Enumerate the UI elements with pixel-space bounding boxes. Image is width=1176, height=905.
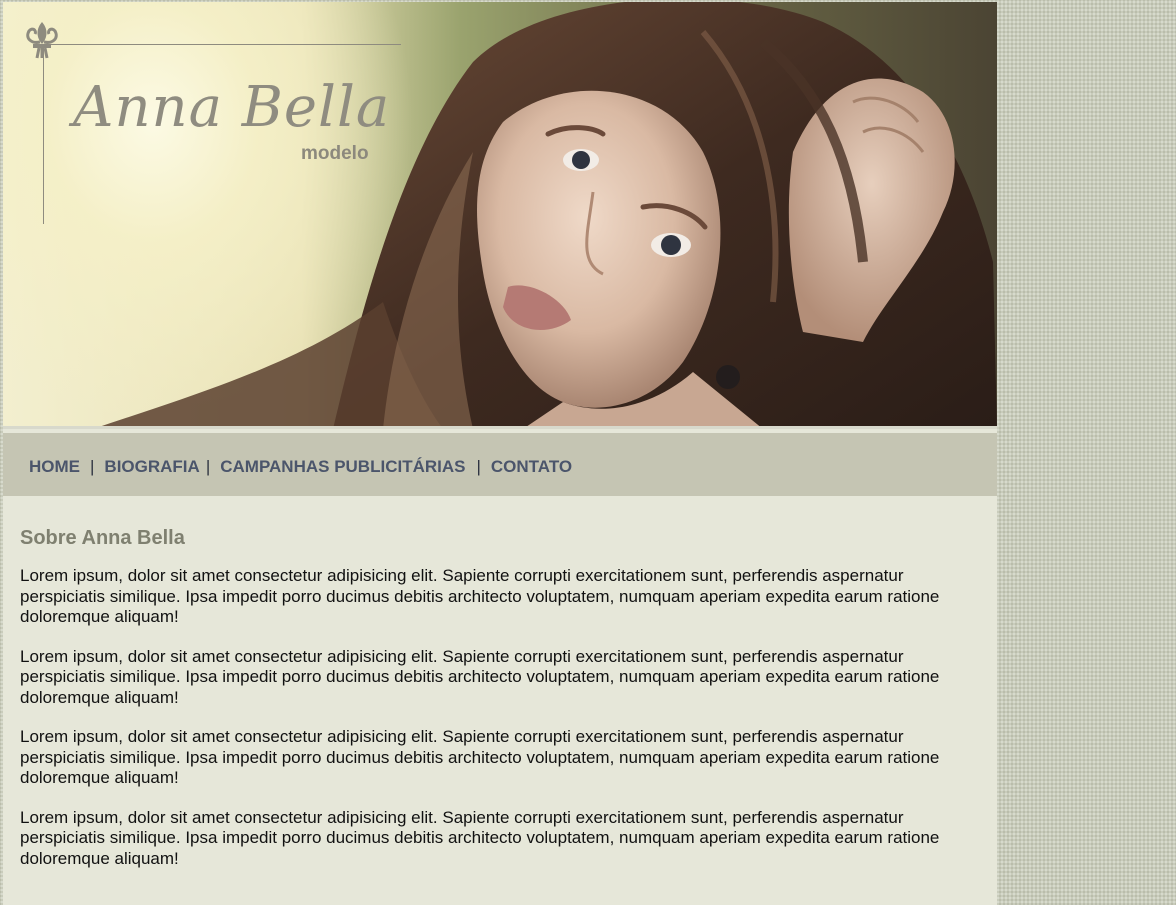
- section-heading: Sobre Anna Bella: [20, 527, 185, 549]
- logo-frame-vertical-line: [43, 44, 44, 224]
- nav-list: HOME | BIOGRAFIA | CAMPANHAS PUBLICITÁRI…: [29, 457, 572, 477]
- model-portrait-photo: [93, 2, 997, 429]
- header-banner: Anna Bella modelo: [3, 2, 997, 429]
- main-content: Sobre Anna Bella Lorem ipsum, dolor sit …: [20, 527, 985, 888]
- paragraph: Lorem ipsum, dolor sit amet consectetur …: [20, 727, 940, 787]
- page-container: Anna Bella modelo HOME | BIOGRAFIA | CAM…: [3, 2, 997, 905]
- site-logo-subtitle: modelo: [301, 143, 369, 164]
- nav-item-home: HOME: [29, 457, 80, 477]
- nav-link-biografia[interactable]: BIOGRAFIA: [104, 457, 199, 476]
- paragraph: Lorem ipsum, dolor sit amet consectetur …: [20, 807, 940, 868]
- nav-separator: |: [205, 457, 211, 476]
- logo-frame-horizontal-line: [43, 44, 401, 45]
- site-logo-name[interactable]: Anna Bella: [73, 80, 390, 136]
- nav-item-contato: CONTATO: [491, 457, 572, 477]
- nav-item-biografia: BIOGRAFIA: [104, 457, 199, 477]
- nav-link-home[interactable]: HOME: [29, 457, 80, 476]
- fleur-de-lis-icon: [26, 22, 58, 59]
- nav-link-campanhas[interactable]: CAMPANHAS PUBLICITÁRIAS: [220, 457, 465, 476]
- main-navigation: HOME | BIOGRAFIA | CAMPANHAS PUBLICITÁRI…: [3, 433, 997, 496]
- paragraph: Lorem ipsum, dolor sit amet consectetur …: [20, 646, 940, 707]
- nav-item-campanhas: CAMPANHAS PUBLICITÁRIAS: [220, 457, 465, 477]
- nav-separator: |: [476, 457, 481, 476]
- paragraph: Lorem ipsum, dolor sit amet consectetur …: [20, 566, 940, 626]
- nav-link-contato[interactable]: CONTATO: [491, 457, 572, 476]
- banner-bottom-edge: [3, 426, 997, 429]
- nav-separator: |: [90, 457, 95, 476]
